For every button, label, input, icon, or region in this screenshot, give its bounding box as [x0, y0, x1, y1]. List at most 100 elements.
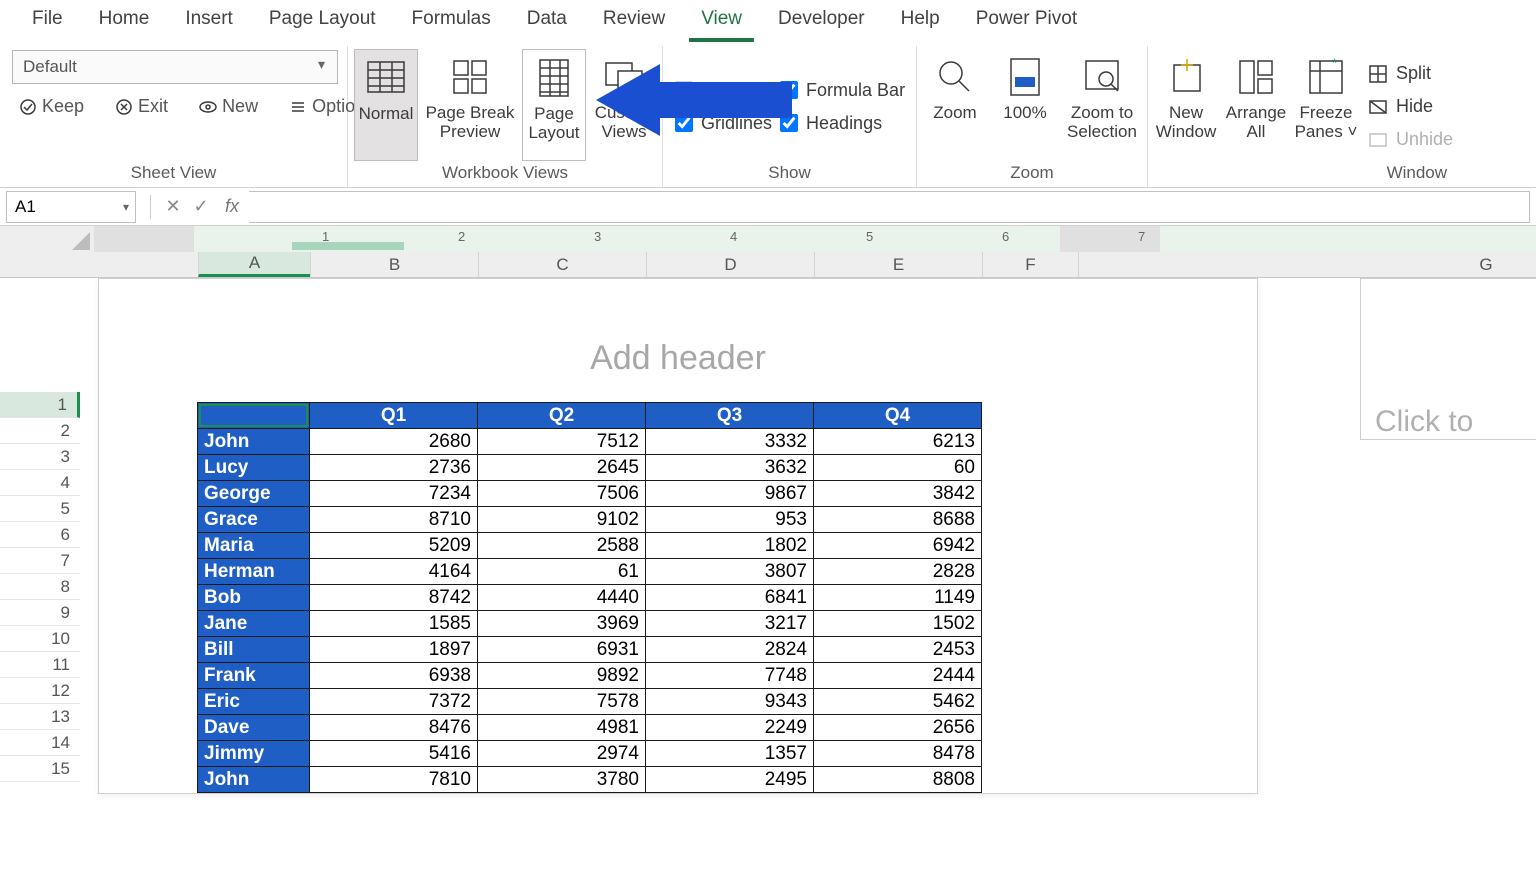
page-break-preview-button[interactable]: Page Break Preview: [424, 49, 516, 161]
unhide-button: Unhide: [1364, 127, 1457, 152]
split-button[interactable]: Split: [1364, 61, 1457, 86]
options-icon: [288, 97, 308, 117]
exit-icon: [114, 97, 134, 117]
exit-button[interactable]: Exit: [108, 94, 174, 119]
name-box[interactable]: A1: [6, 191, 136, 223]
new-button[interactable]: New: [192, 94, 264, 119]
unhide-icon: [1368, 130, 1388, 150]
row-header-14[interactable]: 14: [0, 730, 80, 756]
column-header-c[interactable]: C: [478, 252, 646, 277]
row-header-8[interactable]: 8: [0, 574, 80, 600]
table-row[interactable]: Jimmy5416297413578478: [198, 741, 982, 767]
hide-button[interactable]: Hide: [1364, 94, 1457, 119]
freeze-panes-icon: *: [1304, 55, 1348, 99]
header-placeholder[interactable]: Add header: [99, 329, 1257, 402]
horizontal-ruler[interactable]: 1234567: [0, 226, 1536, 252]
cancel-formula-button[interactable]: ✕: [159, 196, 187, 217]
headings-checkbox[interactable]: Headings: [780, 113, 905, 134]
formula-input[interactable]: [249, 191, 1530, 223]
menu-tab-review[interactable]: Review: [585, 0, 683, 40]
table-row[interactable]: George7234750698673842: [198, 481, 982, 507]
table-row[interactable]: Bob8742444068411149: [198, 585, 982, 611]
enter-formula-button[interactable]: ✓: [187, 196, 215, 217]
table-row[interactable]: John2680751233326213: [198, 429, 982, 455]
row-headers: 123456789101112131415: [0, 278, 80, 782]
table-row[interactable]: Frank6938989277482444: [198, 663, 982, 689]
group-label-zoom: Zoom: [923, 163, 1141, 187]
formula-bar-checkbox[interactable]: Formula Bar: [780, 80, 905, 101]
keep-button[interactable]: Keep: [12, 94, 90, 119]
zoom-button[interactable]: Zoom: [923, 49, 987, 161]
page-layout-button[interactable]: Page Layout: [522, 49, 586, 161]
keep-icon: [18, 97, 38, 117]
new-window-button[interactable]: New Window: [1154, 49, 1218, 161]
row-header-3[interactable]: 3: [0, 444, 80, 470]
menu-tab-file[interactable]: File: [14, 0, 81, 40]
new-icon: [198, 97, 218, 117]
column-header-a[interactable]: A: [198, 252, 310, 277]
table-row[interactable]: John7810378024958808: [198, 767, 982, 793]
menu-tab-insert[interactable]: Insert: [167, 0, 251, 40]
row-header-13[interactable]: 13: [0, 704, 80, 730]
new-window-icon: [1164, 55, 1208, 99]
menu-tab-view[interactable]: View: [683, 0, 760, 40]
row-header-9[interactable]: 9: [0, 600, 80, 626]
column-header-b[interactable]: B: [310, 252, 478, 277]
normal-view-icon: [364, 56, 408, 100]
row-header-12[interactable]: 12: [0, 678, 80, 704]
zoom-100-button[interactable]: 100%: [993, 49, 1057, 161]
column-header-f[interactable]: F: [982, 252, 1078, 277]
group-label-window: Window: [1154, 163, 1457, 187]
table-row[interactable]: Grace871091029538688: [198, 507, 982, 533]
row-header-2[interactable]: 2: [0, 418, 80, 444]
row-header-1[interactable]: 1: [0, 392, 80, 418]
row-header-6[interactable]: 6: [0, 522, 80, 548]
svg-text:*: *: [1332, 56, 1337, 70]
table-row[interactable]: Eric7372757893435462: [198, 689, 982, 715]
table-row[interactable]: Dave8476498122492656: [198, 715, 982, 741]
row-header-10[interactable]: 10: [0, 626, 80, 652]
zoom-icon: [933, 55, 977, 99]
ruler-corner: [0, 226, 94, 252]
freeze-panes-button[interactable]: * Freeze Panes ˅: [1294, 49, 1358, 161]
data-table: Q1Q2Q3Q4 John2680751233326213Lucy2736264…: [197, 402, 982, 793]
sheet-view-select[interactable]: [12, 50, 338, 84]
table-row[interactable]: Herman41646138072828: [198, 559, 982, 585]
row-header-4[interactable]: 4: [0, 470, 80, 496]
page-layout-icon: [532, 56, 576, 100]
table-row[interactable]: Maria5209258818026942: [198, 533, 982, 559]
column-header-g[interactable]: G: [1436, 252, 1536, 277]
menu-tab-data[interactable]: Data: [509, 0, 585, 40]
menu-tab-formulas[interactable]: Formulas: [394, 0, 509, 40]
table-row[interactable]: Jane1585396932171502: [198, 611, 982, 637]
page-break-icon: [448, 55, 492, 99]
zoom-100-icon: [1003, 55, 1047, 99]
fx-icon[interactable]: fx: [225, 196, 239, 217]
group-label-show: Show: [669, 163, 910, 187]
annotation-arrow: [596, 60, 796, 150]
column-headers: A B C D E F G: [0, 252, 1536, 278]
arrange-all-button[interactable]: Arrange All: [1224, 49, 1288, 161]
arrange-all-icon: [1234, 55, 1278, 99]
menu-tab-power-pivot[interactable]: Power Pivot: [958, 0, 1095, 40]
menu-bar: FileHomeInsertPage LayoutFormulasDataRev…: [0, 0, 1536, 40]
worksheet-area[interactable]: 123456789101112131415 Add header Q1Q2Q3Q…: [0, 278, 1536, 878]
zoom-to-selection-button[interactable]: Zoom to Selection: [1063, 49, 1141, 161]
table-row[interactable]: Lucy27362645363260: [198, 455, 982, 481]
zoom-to-selection-icon: [1080, 55, 1124, 99]
table-row[interactable]: Bill1897693128242453: [198, 637, 982, 663]
normal-view-button[interactable]: Normal: [354, 49, 418, 161]
row-header-15[interactable]: 15: [0, 756, 80, 782]
page-preview: Add header Q1Q2Q3Q4 John2680751233326213…: [98, 278, 1258, 794]
group-label-workbook-views: Workbook Views: [354, 163, 656, 187]
column-header-e[interactable]: E: [814, 252, 982, 277]
menu-tab-developer[interactable]: Developer: [760, 0, 883, 40]
row-header-7[interactable]: 7: [0, 548, 80, 574]
menu-tab-page-layout[interactable]: Page Layout: [251, 0, 394, 40]
menu-tab-help[interactable]: Help: [883, 0, 958, 40]
row-header-11[interactable]: 11: [0, 652, 80, 678]
menu-tab-home[interactable]: Home: [81, 0, 168, 40]
column-header-d[interactable]: D: [646, 252, 814, 277]
row-header-5[interactable]: 5: [0, 496, 80, 522]
next-page-preview[interactable]: Click to: [1360, 278, 1536, 440]
